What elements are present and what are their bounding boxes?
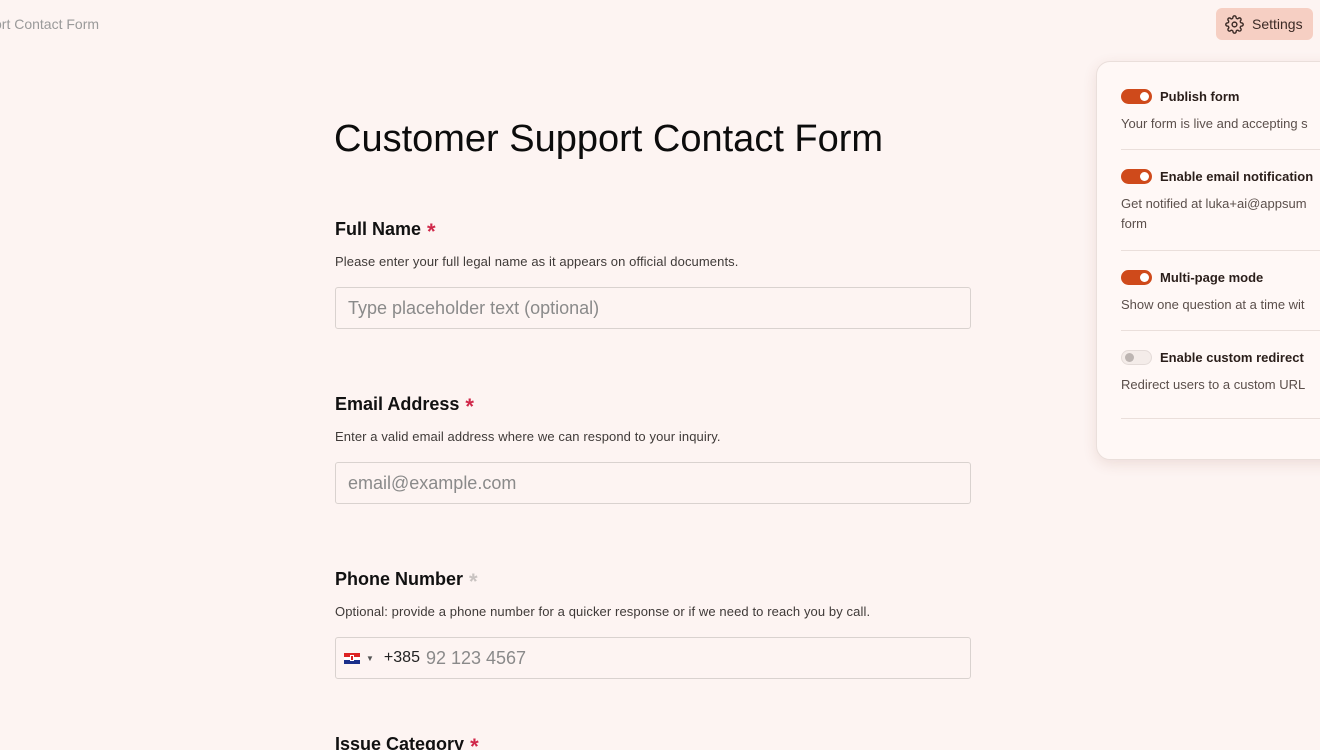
phone-input[interactable]: ▼ +385 92 123 4567 [335,637,971,679]
required-asterisk[interactable]: * [427,220,436,242]
email-notifications-toggle[interactable] [1121,169,1152,184]
full-name-input[interactable]: Type placeholder text (optional) [335,287,971,329]
field-full-name: Full Name * Please enter your full legal… [335,219,971,329]
field-label[interactable]: Email Address [335,394,459,415]
form-title[interactable]: Customer Support Contact Form [334,118,883,161]
setting-description: Get notified at luka+ai@appsum [1121,196,1307,211]
publish-form-toggle[interactable] [1121,89,1152,104]
field-phone: Phone Number * Optional: provide a phone… [335,569,971,679]
setting-description-line-2: form [1121,216,1147,231]
divider [1121,149,1320,150]
dial-code: +385 [383,649,420,666]
setting-custom-redirect: Enable custom redirect Redirect users to… [1121,350,1320,395]
setting-label: Enable custom redirect [1160,350,1304,365]
multi-page-toggle[interactable] [1121,270,1152,285]
custom-redirect-toggle[interactable] [1121,350,1152,365]
email-input[interactable]: email@example.com [335,462,971,504]
setting-label: Enable email notification [1160,169,1314,184]
settings-panel: Publish form Your form is live and accep… [1096,61,1320,460]
form-builder-page: ort Contact Form Settings Customer Suppo… [0,0,1320,750]
croatia-flag-icon[interactable] [344,652,360,664]
field-label[interactable]: Full Name [335,219,421,240]
field-help-text[interactable]: Enter a valid email address where we can… [335,429,971,444]
setting-label: Multi-page mode [1160,270,1264,285]
setting-publish-form: Publish form Your form is live and accep… [1121,89,1320,134]
divider [1121,330,1320,331]
required-asterisk[interactable]: * [465,395,474,417]
chevron-down-icon[interactable]: ▼ [366,654,374,663]
gear-icon [1225,14,1244,34]
field-help-text[interactable]: Please enter your full legal name as it … [335,254,971,269]
input-placeholder: email@example.com [348,472,517,493]
setting-description: Your form is live and accepting s [1121,116,1308,131]
settings-button[interactable]: Settings [1216,8,1313,40]
setting-description: Redirect users to a custom URL [1121,377,1306,392]
breadcrumb[interactable]: ort Contact Form [0,16,99,32]
field-label[interactable]: Phone Number [335,569,463,590]
field-label[interactable]: Issue Category [335,734,464,750]
divider [1121,250,1320,251]
setting-description: Show one question at a time wit [1121,297,1305,312]
setting-email-notifications: Enable email notification Get notified a… [1121,169,1320,234]
required-asterisk[interactable]: * [469,570,478,592]
field-help-text[interactable]: Optional: provide a phone number for a q… [335,604,971,619]
input-placeholder: Type placeholder text (optional) [348,297,600,318]
setting-multi-page: Multi-page mode Show one question at a t… [1121,270,1320,315]
divider [1121,418,1320,419]
field-issue-category: Issue Category * [335,734,971,750]
setting-label: Publish form [1160,89,1240,104]
required-asterisk[interactable]: * [470,735,479,750]
input-placeholder: 92 123 4567 [425,647,527,668]
field-email: Email Address * Enter a valid email addr… [335,394,971,504]
settings-button-label: Settings [1252,16,1303,32]
